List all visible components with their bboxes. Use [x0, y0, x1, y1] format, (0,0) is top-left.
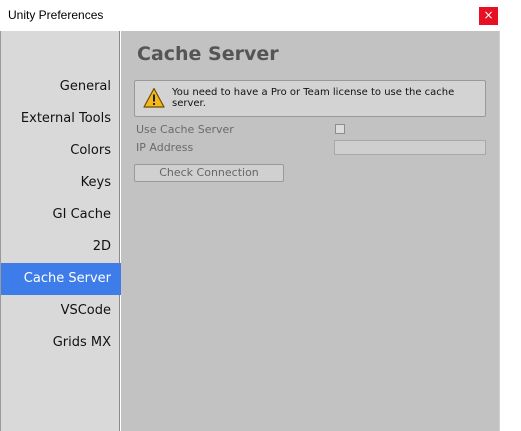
window-title: Unity Preferences: [8, 8, 104, 22]
use-cache-server-label: Use Cache Server: [136, 123, 234, 136]
sidebar-item-general[interactable]: General: [1, 71, 121, 103]
ip-address-label: IP Address: [136, 141, 194, 154]
sidebar-item-vscode[interactable]: VSCode: [1, 295, 121, 327]
sidebar-item-grids-mx[interactable]: Grids MX: [1, 327, 121, 359]
sidebar-item-gi-cache[interactable]: GI Cache: [1, 199, 121, 231]
page-title: Cache Server: [137, 43, 279, 65]
sidebar-item-2d[interactable]: 2D: [1, 231, 121, 263]
sidebar-item-colors[interactable]: Colors: [1, 135, 121, 167]
check-connection-button[interactable]: Check Connection: [134, 164, 284, 182]
license-warning-text: You need to have a Pro or Team license t…: [172, 87, 455, 109]
warning-icon: [143, 87, 165, 108]
ip-address-field[interactable]: [334, 140, 486, 155]
title-bar: Unity Preferences ×: [0, 0, 500, 31]
close-icon: ×: [483, 8, 494, 22]
settings-panel: Cache Server You need to have a Pro or T…: [121, 31, 499, 431]
use-cache-server-checkbox[interactable]: [335, 124, 345, 134]
preferences-sidebar: General External Tools Colors Keys GI Ca…: [0, 31, 121, 431]
sidebar-item-external-tools[interactable]: External Tools: [1, 103, 121, 135]
sidebar-item-keys[interactable]: Keys: [1, 167, 121, 199]
sidebar-item-cache-server[interactable]: Cache Server: [1, 263, 121, 295]
close-button[interactable]: ×: [479, 7, 498, 25]
license-warning-box: You need to have a Pro or Team license t…: [134, 80, 486, 117]
preferences-window: Unity Preferences × General External Too…: [0, 0, 500, 431]
